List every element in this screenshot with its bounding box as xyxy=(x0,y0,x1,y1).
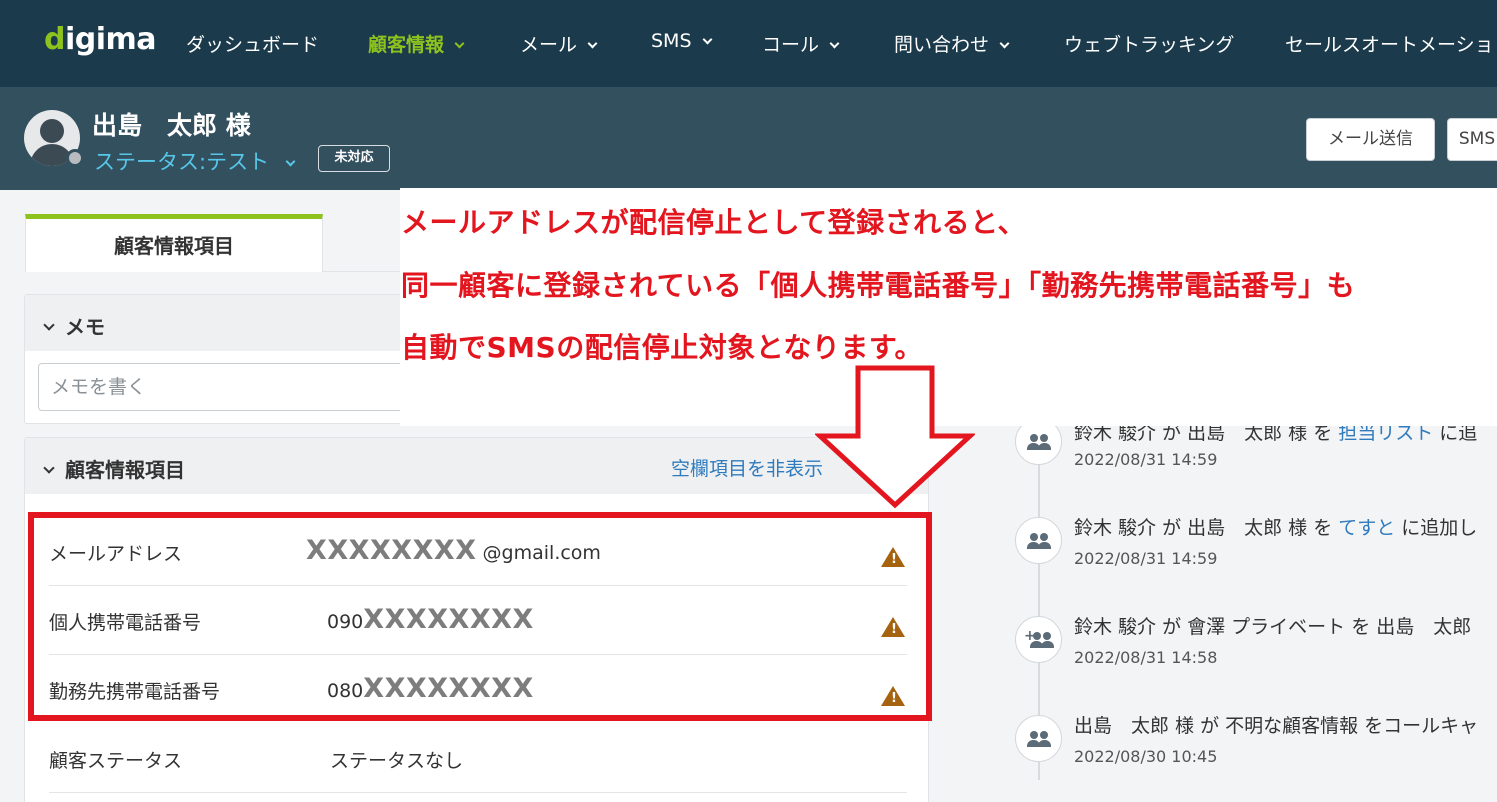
customer-info-section-toggle[interactable]: 顧客情報項目 xyxy=(43,454,185,483)
timeline-item-time: 2022/08/31 14:59 xyxy=(1074,549,1218,568)
memo-input[interactable]: メモを書く xyxy=(38,363,438,411)
chevron-down-icon xyxy=(454,38,465,49)
chevron-down-icon xyxy=(702,34,712,45)
annotation-line-1: メールアドレスが配信停止として登録されると、 xyxy=(401,206,1027,239)
timeline-item-time: 2022/08/31 14:58 xyxy=(1074,648,1218,667)
status-dropdown[interactable]: ステータス:テスト xyxy=(94,146,296,176)
timeline-link[interactable]: てすと xyxy=(1338,517,1395,539)
top-nav: digima ダッシュボード 顧客情報 メール SMS コール 問い合わせ ウェ… xyxy=(0,0,1497,87)
memo-section-toggle[interactable]: メモ xyxy=(43,311,105,340)
digima-logo[interactable]: digima xyxy=(44,22,157,57)
timeline-item-text: 鈴木 駿介 が 出島 太郎 様 を てすと に追加し xyxy=(1074,517,1478,539)
annotation-line-3: 自動でSMSの配信停止対象となります。 xyxy=(401,331,924,364)
group-add-icon: + xyxy=(1015,616,1062,663)
timeline-item-text: 出島 太郎 様 が 不明な顧客情報 をコールキャ xyxy=(1074,715,1479,737)
hide-empty-fields-link[interactable]: 空欄項目を非表示 xyxy=(671,454,823,481)
chevron-down-icon xyxy=(43,462,55,474)
send-mail-button[interactable]: メール送信 xyxy=(1306,118,1435,161)
send-sms-button[interactable]: SMS xyxy=(1447,118,1497,161)
nav-item-sms[interactable]: SMS xyxy=(651,30,712,52)
group-icon xyxy=(1015,517,1062,564)
nav-item-mail[interactable]: メール xyxy=(520,30,598,57)
timeline-item-time: 2022/08/31 14:59 xyxy=(1074,450,1218,469)
customer-status-value: ステータスなし xyxy=(330,750,464,772)
highlight-box xyxy=(28,512,932,721)
chevron-down-icon xyxy=(829,38,840,49)
nav-item-call[interactable]: コール xyxy=(762,30,840,57)
row-divider xyxy=(49,792,907,793)
group-icon xyxy=(1015,715,1062,762)
chevron-down-icon xyxy=(43,319,55,331)
chevron-down-icon xyxy=(587,38,598,49)
customer-status-label: 顧客ステータス xyxy=(49,750,183,772)
nav-item-customers[interactable]: 顧客情報 xyxy=(368,30,465,57)
chevron-down-icon xyxy=(285,156,296,167)
timeline-item-time: 2022/08/30 10:45 xyxy=(1074,747,1218,766)
presence-dot-icon xyxy=(66,149,84,167)
tab-customer-info[interactable]: 顧客情報項目 xyxy=(25,214,323,272)
annotation-line-2: 同一顧客に登録されている「個人携帯電話番号」「勤務先携帯電話番号」も xyxy=(401,269,1356,302)
nav-item-sales-automation[interactable]: セールスオートメーショ xyxy=(1285,30,1494,57)
timeline-item-text: 鈴木 駿介 が 會澤 プライベート を 出島 太郎 xyxy=(1074,616,1472,638)
nav-item-web-tracking[interactable]: ウェブトラッキング xyxy=(1064,30,1234,57)
nav-item-dashboard[interactable]: ダッシュボード xyxy=(186,30,319,57)
nav-item-inquiry[interactable]: 問い合わせ xyxy=(894,30,1010,57)
status-badge: 未対応 xyxy=(318,145,390,172)
down-arrow-icon xyxy=(815,365,975,509)
customer-name: 出島 太郎 様 xyxy=(92,111,251,140)
chevron-down-icon xyxy=(999,38,1010,49)
